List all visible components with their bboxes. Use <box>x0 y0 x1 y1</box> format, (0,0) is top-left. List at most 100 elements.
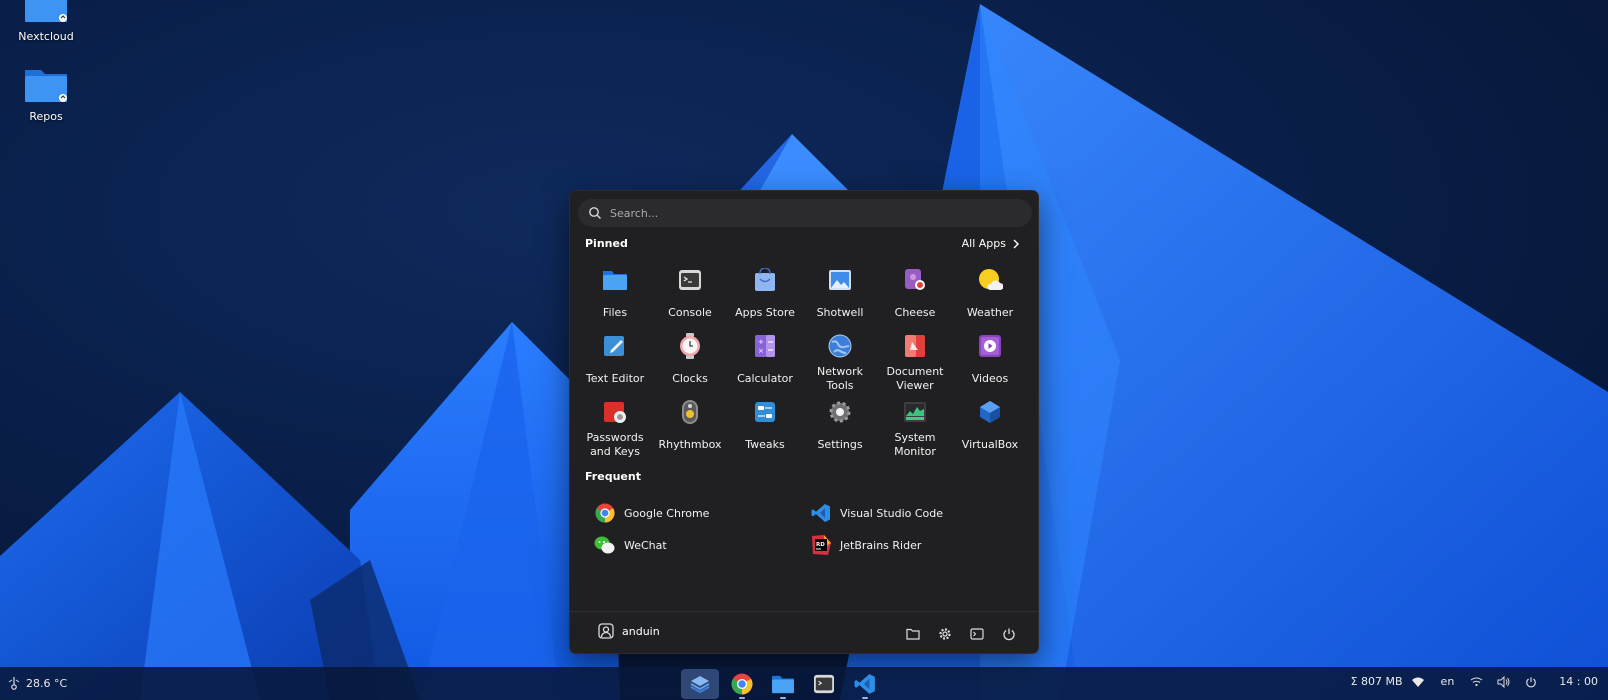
app-name: System Monitor <box>894 431 936 458</box>
sun-cloud-icon <box>976 267 1004 293</box>
app-name: WeChat <box>624 538 667 552</box>
chevron-right-icon <box>1013 239 1019 248</box>
app-name: Network Tools <box>817 365 863 392</box>
taskbar-app-chrome[interactable] <box>723 669 761 699</box>
search-input[interactable] <box>610 206 1010 220</box>
terminal-icon <box>676 267 704 293</box>
pinned-app-document-viewer[interactable]: Document Viewer <box>878 327 952 393</box>
wifi-button[interactable] <box>1470 676 1483 687</box>
wifi-icon <box>1411 677 1424 687</box>
store-bag-icon <box>751 267 779 293</box>
pinned-app-rhythmbox[interactable]: Rhythmbox <box>653 393 727 459</box>
language-indicator[interactable]: en <box>1441 675 1455 688</box>
gear-icon <box>826 399 854 425</box>
app-name: Shotwell <box>816 306 864 320</box>
running-indicator <box>862 697 868 699</box>
power-button[interactable] <box>1000 625 1018 643</box>
app-name: Weather <box>966 306 1014 320</box>
pinned-app-settings[interactable]: Settings <box>803 393 877 459</box>
pinned-app-tweaks[interactable]: Tweaks <box>728 393 802 459</box>
pinned-app-shotwell[interactable]: Shotwell <box>803 261 877 327</box>
weather-widget[interactable]: 28.6 °C <box>8 676 67 690</box>
taskbar-app-vscode[interactable] <box>846 669 884 699</box>
all-apps-button[interactable]: All Apps <box>962 237 1020 250</box>
camera-icon <box>901 267 929 293</box>
app-name: Apps Store <box>735 306 795 320</box>
app-name: Text Editor <box>585 372 645 386</box>
keyring-icon <box>601 399 629 425</box>
pinned-app-passwords-and-keys[interactable]: Passwords and Keys <box>578 393 652 459</box>
desktop-icon-nextcloud[interactable]: Nextcloud <box>0 0 92 43</box>
pinned-app-files[interactable]: Files <box>578 261 652 327</box>
folder-icon <box>906 628 920 640</box>
desktop-icon-repos[interactable]: Repos <box>0 66 92 123</box>
desktop-icon-label: Nextcloud <box>18 30 74 43</box>
pinned-app-calculator[interactable]: + × Calculator <box>728 327 802 393</box>
svg-text:+: + <box>758 338 764 346</box>
pinned-app-weather[interactable]: Weather <box>953 261 1027 327</box>
user-avatar-icon <box>598 623 614 639</box>
globe-icon <box>826 333 854 359</box>
pinned-app-cheese[interactable]: Cheese <box>878 261 952 327</box>
layers-icon <box>690 676 710 694</box>
frequent-app-visual-studio-code[interactable]: Visual Studio Code <box>810 497 1024 529</box>
terminal-button[interactable] <box>968 625 986 643</box>
speaker-icon <box>676 399 704 425</box>
frequent-list: Google Chrome Visual Studio Code WeChat … <box>594 497 1024 561</box>
folder-icon <box>23 0 69 24</box>
system-tray: Σ 807 MB en 14 : 00 <box>1337 675 1598 688</box>
chrome-icon <box>594 502 616 524</box>
terminal-icon <box>970 628 984 640</box>
memory-indicator[interactable]: Σ 807 MB <box>1351 675 1403 688</box>
wifi-signal-icon <box>1470 677 1483 687</box>
settings-button[interactable] <box>936 625 954 643</box>
folder-icon <box>772 675 794 694</box>
terminal-icon <box>814 674 834 694</box>
photo-icon <box>826 267 854 293</box>
clock[interactable]: 14 : 00 <box>1559 675 1598 688</box>
power-icon <box>1003 628 1015 641</box>
calculator-icon: + × <box>751 333 779 359</box>
pinned-app-console[interactable]: Console <box>653 261 727 327</box>
network-indicator[interactable] <box>1411 676 1425 688</box>
app-name: Tweaks <box>745 438 785 452</box>
thermometer-icon <box>8 677 20 690</box>
folder-icon <box>23 66 69 104</box>
taskbar-app-console[interactable] <box>805 669 843 699</box>
taskbar-app-files[interactable] <box>764 669 802 699</box>
running-indicator <box>739 697 745 699</box>
app-name: Calculator <box>737 372 793 386</box>
volume-icon <box>1497 675 1510 688</box>
user-name: anduin <box>622 624 660 638</box>
frequent-app-google-chrome[interactable]: Google Chrome <box>594 497 810 529</box>
desktop-icon-label: Repos <box>29 110 63 123</box>
app-name: Videos <box>971 372 1009 386</box>
power-menu-button[interactable] <box>1525 676 1537 688</box>
app-name: Rhythmbox <box>658 438 722 452</box>
taskbar-app-menu-button[interactable] <box>681 669 719 699</box>
pinned-app-videos[interactable]: Videos <box>953 327 1027 393</box>
user-button[interactable]: anduin <box>598 623 660 639</box>
frequent-app-wechat[interactable]: WeChat <box>594 529 810 561</box>
power-icon <box>1526 676 1537 687</box>
memory-usage: Σ 807 MB <box>1350 675 1403 688</box>
app-name: Document Viewer <box>886 365 944 392</box>
pinned-app-text-editor[interactable]: Text Editor <box>578 327 652 393</box>
search-bar[interactable] <box>578 199 1032 227</box>
document-icon <box>901 333 929 359</box>
pinned-app-clocks[interactable]: Clocks <box>653 327 727 393</box>
pinned-app-system-monitor[interactable]: System Monitor <box>878 393 952 459</box>
app-name: Clocks <box>672 372 708 386</box>
wechat-icon <box>594 534 616 556</box>
vscode-icon <box>810 502 832 524</box>
pinned-app-virtualbox[interactable]: VirtualBox <box>953 393 1027 459</box>
pinned-app-network-tools[interactable]: Network Tools <box>803 327 877 393</box>
files-button[interactable] <box>904 625 922 643</box>
volume-button[interactable] <box>1497 675 1511 688</box>
pinned-app-apps-store[interactable]: Apps Store <box>728 261 802 327</box>
folder-icon <box>601 267 629 293</box>
app-name: JetBrains Rider <box>840 538 922 552</box>
app-name: Google Chrome <box>624 506 710 520</box>
app-name: Files <box>602 306 628 320</box>
frequent-app-jetbrains-rider[interactable]: RD JetBrains Rider <box>810 529 1024 561</box>
